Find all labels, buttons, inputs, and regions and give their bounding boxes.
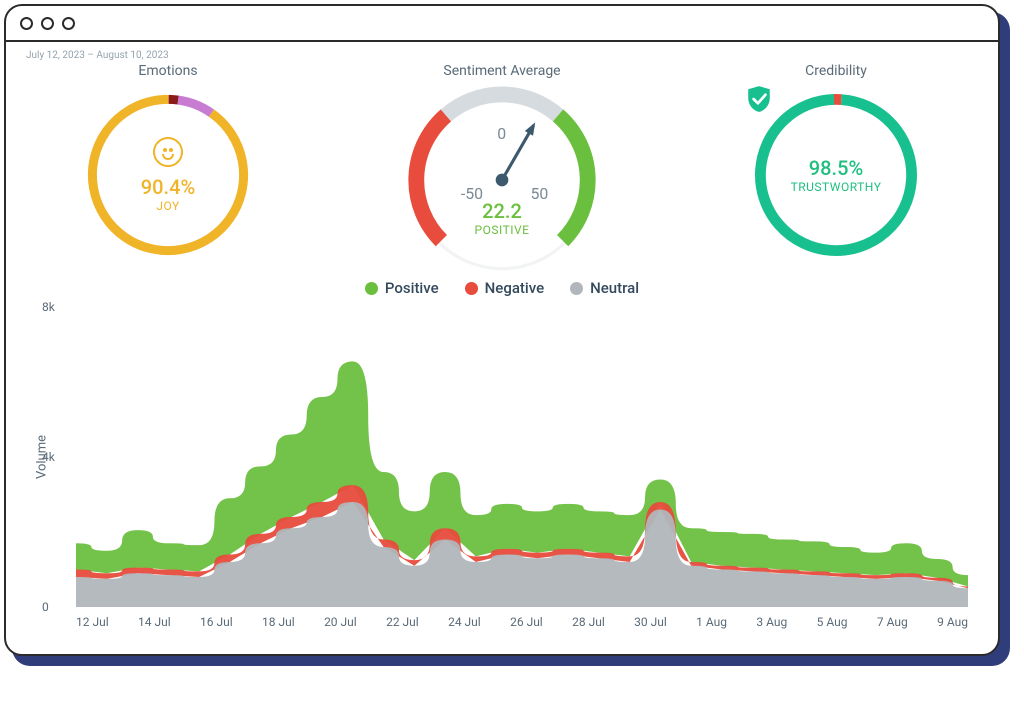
x-tick: 22 Jul <box>386 615 419 629</box>
shield-check-icon <box>746 85 772 113</box>
emotions-title: Emotions <box>78 63 258 79</box>
x-tick: 24 Jul <box>448 615 481 629</box>
app-window: July 12, 2023 – August 10, 2023 Emotions… <box>4 4 1000 656</box>
x-tick: 12 Jul <box>76 615 109 629</box>
x-tick: 7 Aug <box>877 615 908 629</box>
legend-label-positive: Positive <box>385 279 439 297</box>
x-tick: 18 Jul <box>262 615 295 629</box>
emotions-percent: 90.4% <box>141 175 195 199</box>
sentiment-value: 22.2 <box>482 199 522 223</box>
window-titlebar <box>6 6 998 42</box>
credibility-percent: 98.5% <box>809 156 863 180</box>
x-tick: 14 Jul <box>138 615 171 629</box>
x-tick: 1 Aug <box>696 615 727 629</box>
sentiment-title: Sentiment Average <box>402 63 602 79</box>
gauge-tick-zero: 0 <box>497 124 506 143</box>
legend-neutral[interactable]: Neutral <box>570 279 639 297</box>
legend-label-negative: Negative <box>485 279 544 297</box>
x-tick: 3 Aug <box>756 615 787 629</box>
x-tick: 5 Aug <box>817 615 848 629</box>
credibility-panel: Credibility 98.5% TRUSTWORTHY <box>746 63 926 265</box>
legend-negative[interactable]: Negative <box>465 279 544 297</box>
gauge-zone-neutral <box>446 94 558 115</box>
window-control-zoom[interactable] <box>62 17 75 30</box>
x-tick: 16 Jul <box>200 615 233 629</box>
legend-swatch-negative <box>465 282 478 295</box>
x-tick: 30 Jul <box>634 615 667 629</box>
x-axis-ticks: 12 Jul 14 Jul 16 Jul 18 Jul 20 Jul 22 Jul 24 J… <box>76 615 968 629</box>
legend-swatch-neutral <box>570 282 583 295</box>
legend-swatch-positive <box>365 282 378 295</box>
credibility-donut-chart: 98.5% TRUSTWORTHY <box>746 85 926 265</box>
window-control-minimize[interactable] <box>41 17 54 30</box>
sentiment-label: POSITIVE <box>475 223 530 237</box>
x-tick: 9 Aug <box>937 615 968 629</box>
credibility-title: Credibility <box>746 63 926 79</box>
x-tick: 26 Jul <box>510 615 543 629</box>
window-control-close[interactable] <box>20 17 33 30</box>
sentiment-panel: Sentiment Average -50 0 50 <box>402 63 602 275</box>
legend-label-neutral: Neutral <box>590 279 639 297</box>
joy-face-icon <box>153 137 183 167</box>
sentiment-gauge-chart: -50 0 50 22.2 POSITIVE <box>402 85 602 275</box>
y-tick-4k: 4k <box>42 450 55 464</box>
emotions-panel: Emotions 90.4% JOY <box>78 63 258 265</box>
emotions-label: JOY <box>156 199 179 213</box>
credibility-label: TRUSTWORTHY <box>791 180 882 194</box>
y-tick-8k: 8k <box>42 300 55 314</box>
emotions-donut-chart: 90.4% JOY <box>78 85 258 265</box>
date-range-label: July 12, 2023 – August 10, 2023 <box>6 42 998 61</box>
area-chart-legend: Positive Negative Neutral <box>6 279 998 297</box>
y-tick-0: 0 <box>42 600 49 614</box>
legend-positive[interactable]: Positive <box>365 279 439 297</box>
x-tick: 20 Jul <box>324 615 357 629</box>
sentiment-volume-area-chart: Volume 8k 4k 0 12 Jul14 Jul16 Jul18 Jul2… <box>76 307 968 607</box>
x-tick: 28 Jul <box>572 615 605 629</box>
